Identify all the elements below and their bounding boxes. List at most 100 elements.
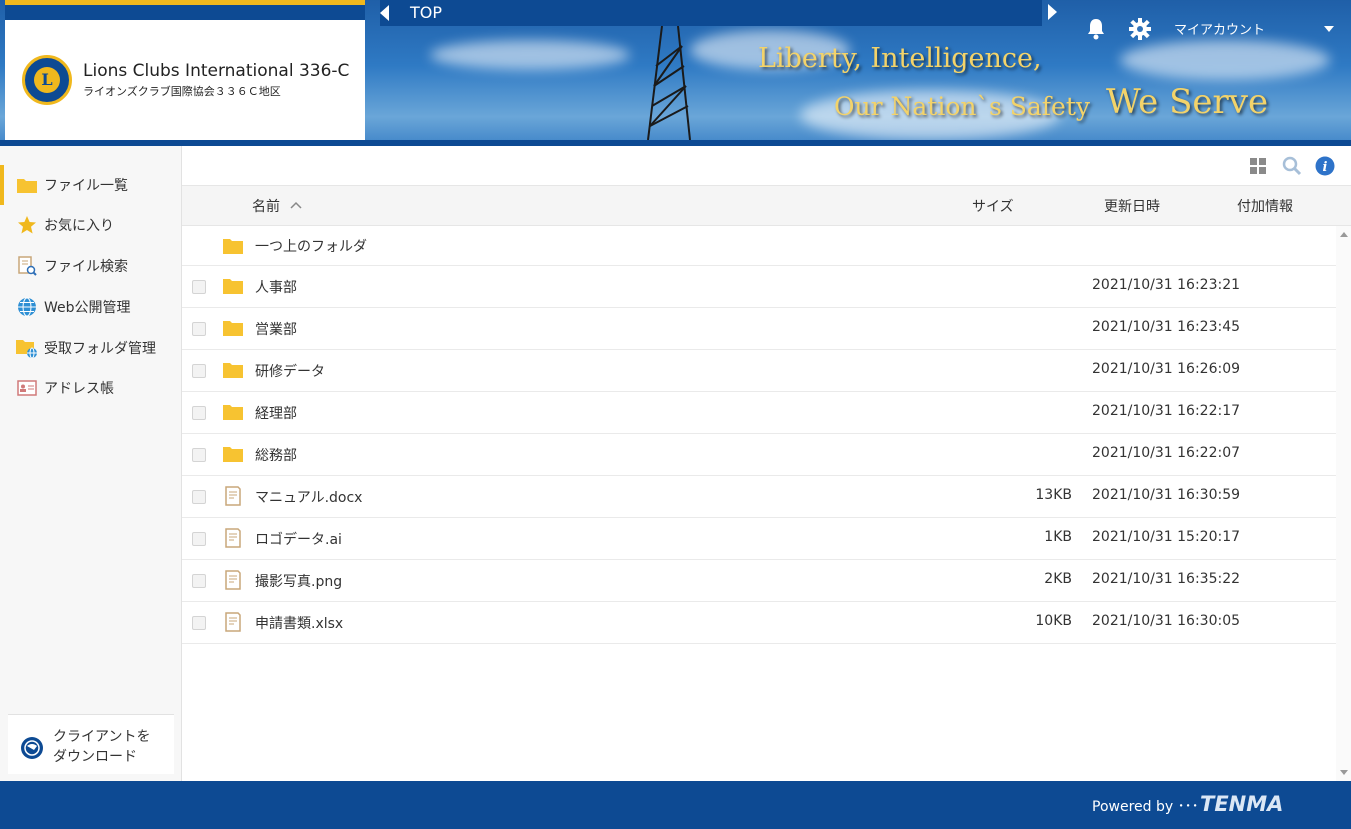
folder-icon (223, 363, 243, 378)
folder-icon (223, 405, 243, 420)
sort-ascending-icon[interactable] (290, 201, 302, 209)
grid-view-icon[interactable] (1248, 156, 1268, 176)
file-updated: 2021/10/31 16:30:05 (1092, 613, 1241, 629)
search-icon[interactable] (1282, 156, 1302, 176)
slogan-motto: We Serve (1106, 82, 1269, 122)
column-header-extra[interactable]: 付加情報 (1237, 196, 1293, 216)
main-toolbar: i (182, 146, 1351, 186)
sidebar-item-address-book[interactable]: アドレス帳 (0, 368, 181, 408)
breadcrumb-top-link[interactable]: TOP (410, 3, 442, 22)
table-row[interactable]: 申請書類.xlsx 10KB 2021/10/31 16:30:05 (182, 602, 1336, 644)
file-name[interactable]: 人事部 (255, 277, 297, 297)
app-footer: Powered by ･･･ TENMA (0, 781, 1351, 829)
breadcrumb-back-icon[interactable] (380, 5, 389, 21)
sidebar-item-label: 受取フォルダ管理 (44, 341, 156, 357)
file-name[interactable]: 研修データ (255, 361, 325, 381)
sidebar-item-label: ファイル検索 (44, 259, 128, 275)
file-name[interactable]: 経理部 (255, 403, 297, 423)
file-name[interactable]: マニュアル.docx (255, 487, 362, 507)
gear-icon[interactable] (1129, 18, 1151, 40)
file-updated: 2021/10/31 16:22:17 (1092, 403, 1241, 419)
file-name[interactable]: 申請書類.xlsx (255, 613, 343, 633)
file-size: 1KB (1044, 529, 1072, 545)
table-row[interactable]: 総務部 2021/10/31 16:22:07 (182, 434, 1336, 476)
row-checkbox[interactable] (192, 616, 206, 630)
row-checkbox[interactable] (192, 364, 206, 378)
table-row[interactable]: 人事部 2021/10/31 16:23:21 (182, 266, 1336, 308)
row-checkbox[interactable] (192, 532, 206, 546)
file-updated: 2021/10/31 16:22:07 (1092, 445, 1241, 461)
sidebar-item-label: ファイル一覧 (44, 178, 128, 194)
folder-icon (223, 321, 243, 336)
lions-emblem-icon: L (22, 55, 72, 105)
receive-folder-icon (16, 338, 38, 358)
file-name[interactable]: ロゴデータ.ai (255, 529, 342, 549)
file-search-icon (16, 256, 38, 276)
slogan-line-2: Our Nation`s Safety (834, 92, 1090, 121)
scroll-down-icon[interactable] (1340, 770, 1348, 775)
column-header-updated[interactable]: 更新日時 (1104, 196, 1160, 216)
up-folder-row[interactable]: 一つ上のフォルダ (182, 226, 1336, 266)
file-size: 10KB (1035, 613, 1072, 629)
download-line-1: クライアントを (53, 729, 151, 745)
table-row[interactable]: ロゴデータ.ai 1KB 2021/10/31 15:20:17 (182, 518, 1336, 560)
sidebar-item-file-list[interactable]: ファイル一覧 (0, 165, 181, 205)
up-folder-label: 一つ上のフォルダ (255, 239, 367, 255)
document-icon (225, 528, 241, 548)
header-cloud (1120, 40, 1330, 80)
row-checkbox[interactable] (192, 490, 206, 504)
slogan-line-1: Liberty, Intelligence, (758, 43, 1042, 74)
vertical-scrollbar[interactable] (1336, 226, 1351, 781)
svg-text:i: i (1323, 160, 1328, 175)
breadcrumb: TOP (380, 0, 1042, 26)
logo-panel[interactable]: L Lions Clubs International 336-C ライオンズク… (5, 0, 365, 140)
tenma-logo: TENMA (1200, 792, 1284, 816)
table-row[interactable]: 営業部 2021/10/31 16:23:45 (182, 308, 1336, 350)
row-checkbox[interactable] (192, 406, 206, 420)
file-updated: 2021/10/31 16:23:21 (1092, 277, 1241, 293)
globe-icon (16, 297, 38, 317)
row-checkbox[interactable] (192, 280, 206, 294)
file-size: 2KB (1044, 571, 1072, 587)
star-icon (16, 215, 38, 235)
chevron-down-icon[interactable] (1324, 26, 1334, 32)
table-header: 名前 サイズ 更新日時 付加情報 (182, 186, 1351, 226)
row-checkbox[interactable] (192, 322, 206, 336)
file-updated: 2021/10/31 16:30:59 (1092, 487, 1241, 503)
sidebar-item-web-publish[interactable]: Web公開管理 (0, 287, 181, 327)
download-client-label: クライアントを ダウンロード (53, 727, 150, 767)
download-line-2: ダウンロード (53, 749, 137, 765)
address-book-icon (16, 378, 38, 398)
folder-icon (223, 447, 243, 462)
table-row[interactable]: 撮影写真.png 2KB 2021/10/31 16:35:22 (182, 560, 1336, 602)
bell-icon[interactable] (1086, 18, 1106, 40)
my-account-menu[interactable]: マイアカウント (1174, 19, 1265, 38)
row-checkbox[interactable] (192, 574, 206, 588)
file-name[interactable]: 撮影写真.png (255, 571, 342, 591)
sidebar-item-receive-folder[interactable]: 受取フォルダ管理 (0, 328, 181, 368)
file-updated: 2021/10/31 16:23:45 (1092, 319, 1241, 335)
sidebar-item-favorites[interactable]: お気に入り (0, 205, 181, 245)
info-icon[interactable]: i (1315, 156, 1335, 176)
file-name[interactable]: 総務部 (255, 445, 297, 465)
table-row[interactable]: マニュアル.docx 13KB 2021/10/31 16:30:59 (182, 476, 1336, 518)
sidebar-item-file-search[interactable]: ファイル検索 (0, 246, 181, 286)
app-header: L Lions Clubs International 336-C ライオンズク… (0, 0, 1351, 146)
file-updated: 2021/10/31 16:35:22 (1092, 571, 1241, 587)
column-header-name[interactable]: 名前 (252, 196, 280, 216)
document-icon (225, 486, 241, 506)
row-checkbox[interactable] (192, 448, 206, 462)
column-header-size[interactable]: サイズ (972, 196, 1014, 216)
file-size: 13KB (1035, 487, 1072, 503)
document-icon (225, 570, 241, 590)
folder-icon (16, 175, 38, 195)
table-row[interactable]: 経理部 2021/10/31 16:22:17 (182, 392, 1336, 434)
breadcrumb-forward-icon[interactable] (1048, 4, 1057, 20)
table-row[interactable]: 研修データ 2021/10/31 16:26:09 (182, 350, 1336, 392)
scroll-up-icon[interactable] (1340, 232, 1348, 237)
file-name[interactable]: 営業部 (255, 319, 297, 339)
tower-image (647, 26, 691, 140)
download-client-button[interactable]: クライアントを ダウンロード (8, 714, 174, 774)
sidebar-item-label: お気に入り (44, 218, 114, 234)
document-icon (225, 612, 241, 632)
